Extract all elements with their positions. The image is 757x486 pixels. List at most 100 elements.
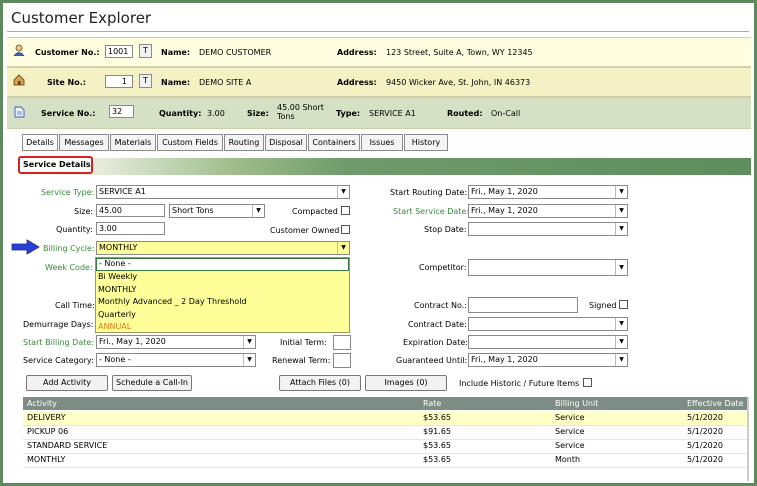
cell-billing-unit: Month <box>555 455 581 464</box>
cell-activity: STANDARD SERVICE <box>27 441 108 450</box>
site-name-label: Name: <box>161 78 191 87</box>
start-billing-date-label: Start Billing Date: <box>23 338 94 347</box>
chevron-down-icon: ▼ <box>615 260 627 275</box>
cell-effective-date: 5/1/2020 <box>687 427 723 436</box>
service-type-select[interactable]: SERVICE A1 ▼ <box>96 185 350 199</box>
chevron-down-icon: ▼ <box>252 205 264 217</box>
chevron-down-icon: ▼ <box>615 205 627 217</box>
schedule-call-in-button[interactable]: Schedule a Call-In <box>112 375 192 391</box>
start-routing-date-select[interactable]: Fri., May 1, 2020 ▼ <box>468 185 628 199</box>
tab-history[interactable]: History <box>404 134 448 151</box>
include-historic-checkbox[interactable] <box>583 378 592 387</box>
customer-owned-checkbox[interactable] <box>341 225 350 234</box>
expiration-date-label: Expiration Date: <box>403 338 468 347</box>
activity-grid-header: Activity Rate Billing Unit Effective Dat… <box>23 397 749 410</box>
service-number-input[interactable]: 32 <box>109 105 134 118</box>
include-historic-label: Include Historic / Future Items <box>459 379 580 388</box>
table-row[interactable]: MONTHLY $53.65 Month 5/1/2020 <box>23 453 749 468</box>
dropdown-option-monthly-advanced[interactable]: Monthly Advanced _ 2 Day Threshold <box>96 296 349 309</box>
start-routing-date-label: Start Routing Date: <box>390 188 468 197</box>
contract-date-select[interactable]: ▼ <box>468 317 628 331</box>
start-billing-date-select[interactable]: Fri., May 1, 2020 ▼ <box>96 335 256 349</box>
table-row[interactable]: STANDARD SERVICE $53.65 Service 5/1/2020 <box>23 439 749 454</box>
start-billing-date-value: Fri., May 1, 2020 <box>99 337 166 346</box>
attach-files-button[interactable]: Attach Files (0) <box>279 375 361 391</box>
site-address: 9450 Wicker Ave, St. John, IN 46373 <box>386 78 531 87</box>
document-icon <box>14 106 25 118</box>
chevron-down-icon: ▼ <box>615 336 627 348</box>
table-row[interactable]: DELIVERY $53.65 Service 5/1/2020 <box>23 411 749 426</box>
dropdown-option-bi-weekly[interactable]: Bi Weekly <box>96 271 349 284</box>
grid-scrollbar[interactable] <box>747 397 749 481</box>
start-service-date-value: Fri., May 1, 2020 <box>471 206 538 215</box>
tab-materials[interactable]: Materials <box>110 134 156 151</box>
signed-label: Signed <box>589 301 617 310</box>
chevron-down-icon: ▼ <box>615 318 627 330</box>
cell-effective-date: 5/1/2020 <box>687 455 723 464</box>
tab-disposal[interactable]: Disposal <box>265 134 307 151</box>
customer-owned-label: Customer Owned <box>270 226 340 235</box>
signed-checkbox[interactable] <box>619 300 628 309</box>
tab-custom-fields[interactable]: Custom Fields <box>157 134 223 151</box>
images-button[interactable]: Images (0) <box>365 375 447 391</box>
tab-issues[interactable]: Issues <box>361 134 403 151</box>
size-unit-select[interactable]: Short Tons ▼ <box>169 204 265 218</box>
cell-activity: MONTHLY <box>27 455 66 464</box>
customer-t-button[interactable]: T <box>139 44 152 58</box>
service-type-value: SERVICE A1 <box>99 187 146 196</box>
dropdown-option-none[interactable]: - None - <box>96 258 349 271</box>
quantity-input[interactable]: 3.00 <box>96 222 165 235</box>
service-size: 45.00 Short Tons <box>277 103 324 121</box>
cell-billing-unit: Service <box>555 441 585 450</box>
cell-effective-date: 5/1/2020 <box>687 413 723 422</box>
customer-address-label: Address: <box>337 48 377 57</box>
guaranteed-until-select[interactable]: Fri., May 1, 2020 ▼ <box>468 353 628 367</box>
cell-billing-unit: Service <box>555 427 585 436</box>
customer-number-input[interactable]: 1001 <box>105 45 133 58</box>
cell-activity: PICKUP 06 <box>27 427 69 436</box>
cell-rate: $91.65 <box>423 427 451 436</box>
service-size-label: Size: <box>247 109 269 118</box>
service-routed-label: Routed: <box>447 109 483 118</box>
week-code-label: Week Code: <box>45 263 93 272</box>
cell-effective-date: 5/1/2020 <box>687 441 723 450</box>
start-service-date-select[interactable]: Fri., May 1, 2020 ▼ <box>468 204 628 218</box>
chevron-down-icon: ▼ <box>615 186 627 198</box>
column-header-activity[interactable]: Activity <box>27 397 57 410</box>
cell-billing-unit: Service <box>555 413 585 422</box>
site-t-button[interactable]: T <box>139 74 152 88</box>
column-header-billing-unit[interactable]: Billing Unit <box>555 397 598 410</box>
site-name: DEMO SITE A <box>199 78 252 87</box>
billing-cycle-dropdown[interactable]: - None - Bi Weekly MONTHLY Monthly Advan… <box>95 257 350 333</box>
size-input[interactable]: 45.00 <box>96 204 165 217</box>
compacted-checkbox[interactable] <box>341 206 350 215</box>
tab-routing[interactable]: Routing <box>224 134 264 151</box>
quantity-label: Quantity: <box>56 225 93 234</box>
billing-cycle-select[interactable]: MONTHLY ▼ <box>96 241 350 255</box>
competitor-select[interactable]: ▼ <box>468 259 628 276</box>
tab-messages[interactable]: Messages <box>59 134 109 151</box>
service-category-select[interactable]: - None - ▼ <box>96 353 256 367</box>
service-category-value: - None - <box>99 355 131 364</box>
stop-date-select[interactable]: ▼ <box>468 222 628 236</box>
add-activity-button[interactable]: Add Activity <box>26 375 108 391</box>
contract-no-input[interactable] <box>468 297 578 313</box>
column-header-rate[interactable]: Rate <box>423 397 441 410</box>
dropdown-option-annual[interactable]: ANNUAL <box>96 321 349 334</box>
site-number-input[interactable]: 1 <box>105 75 133 88</box>
tab-details[interactable]: Details <box>22 134 58 151</box>
expiration-date-select[interactable]: ▼ <box>468 335 628 349</box>
dropdown-option-monthly[interactable]: MONTHLY <box>96 284 349 297</box>
table-row[interactable]: PICKUP 06 $91.65 Service 5/1/2020 <box>23 425 749 440</box>
window-title: Customer Explorer <box>11 9 152 27</box>
column-header-effective-date[interactable]: Effective Date <box>687 397 744 410</box>
tab-containers[interactable]: Containers <box>308 134 360 151</box>
person-icon <box>13 44 25 56</box>
call-time-label: Call Time: <box>55 301 95 310</box>
renewal-term-input[interactable] <box>333 353 351 368</box>
size-label: Size: <box>74 207 94 216</box>
site-number-label: Site No.: <box>47 78 86 87</box>
initial-term-input[interactable] <box>333 335 351 350</box>
arrow-right-icon <box>11 239 40 255</box>
dropdown-option-quarterly[interactable]: Quarterly <box>96 309 349 322</box>
